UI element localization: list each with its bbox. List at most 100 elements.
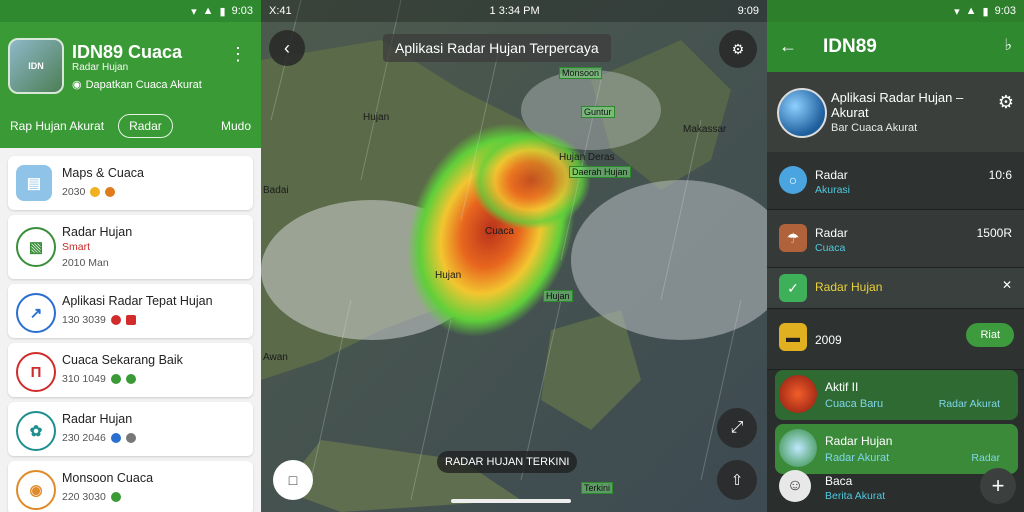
radar-map[interactable] (261, 0, 767, 512)
tab-bar: Rap Hujan Akurat Radar Mudo (0, 104, 261, 148)
layers-button[interactable]: □ (273, 460, 313, 500)
action-button[interactable]: Riat (966, 323, 1014, 347)
list-item[interactable]: ◉ Monsoon Cuaca 220 3030 (8, 461, 253, 512)
location-icon: ◉ (72, 79, 82, 91)
map-label: Makassar (683, 124, 727, 135)
menu-row[interactable]: ▬ 2009 Riat (767, 309, 1024, 370)
app-logo: IDN (8, 38, 64, 94)
home-indicator (451, 499, 571, 503)
list-item-sub: 230 2046 (62, 432, 106, 444)
sun-icon (105, 187, 116, 197)
feature-card[interactable]: Aktif II Cuaca Baru Radar Akurat (775, 370, 1018, 420)
signal-icon: ▲ (965, 5, 977, 17)
list-item-title: Monsoon Cuaca (62, 471, 154, 485)
back-button[interactable]: ‹ (269, 30, 305, 66)
row-sub: Berita Akurat (825, 490, 886, 502)
trend-icon: ↗ (16, 293, 56, 333)
add-button[interactable]: + (980, 468, 1016, 504)
list-item-sub: 310 1049 (62, 373, 106, 385)
globe-icon (777, 88, 827, 138)
status-time: 9:03 (231, 5, 253, 17)
tab-left[interactable]: Rap Hujan Akurat (10, 119, 104, 133)
tagline-text: Dapatkan Cuaca Akurat (85, 78, 202, 91)
list-item-sub2: 2010 Man (62, 257, 109, 269)
map-label: Hujan (363, 112, 390, 123)
pin-icon: П (16, 352, 56, 392)
menu-row[interactable]: ○ Radar Akurasi 10:6 (767, 152, 1024, 210)
status-time: X:41 (269, 5, 292, 17)
card-sub: Radar Akurat (825, 452, 890, 464)
status-bar: ▾ ▲ ▮ 9:03 (0, 0, 261, 22)
card-right: Radar Akurat (938, 398, 1000, 410)
row-title: Radar (815, 226, 848, 240)
list-item-sub: 2030 (62, 186, 86, 198)
bar-chart-icon: ▧ (16, 227, 56, 267)
list-item-meta: 130 3039 (62, 314, 136, 326)
row-title: Radar Hujan (815, 280, 883, 294)
back-arrow-icon[interactable]: ← (779, 36, 797, 57)
list-item[interactable]: ↗ Aplikasi Radar Tepat Hujan 130 3039 (8, 284, 253, 338)
list-item-meta: 230 2046 (62, 432, 136, 444)
radar-status-pill: RADAR HUJAN TERKINI (437, 451, 578, 473)
map-title: Aplikasi Radar Hujan Terpercaya (383, 34, 611, 62)
app-menu-panel: ▾ ▲ ▮ 9:03 ← IDN89 ♭ Aplikasi Radar Huja… (767, 0, 1024, 512)
list-item-title: Cuaca Sekarang Baik (62, 353, 183, 367)
notification-bell-icon[interactable]: ♭ (1004, 35, 1012, 55)
battery-icon: ▮ (219, 5, 226, 18)
list-item-sub: 130 3039 (62, 314, 106, 326)
search-icon: ○ (779, 166, 807, 194)
fullscreen-icon[interactable]: ⤢ (717, 408, 757, 448)
rain-radar-overlay (471, 130, 591, 230)
more-options-icon[interactable]: ⋮ (229, 44, 247, 65)
card-right: Radar (971, 452, 1000, 464)
wifi-icon: ▾ (954, 5, 960, 18)
app-list: ▤ Maps & Cuaca 2030 ▧ Radar Hujan Smart … (0, 148, 261, 512)
row-title: Radar (815, 168, 848, 182)
map-label: Hujan (543, 290, 573, 302)
row-sub: Cuaca (815, 242, 846, 254)
user-icon: ☺ (779, 470, 811, 502)
list-item[interactable]: ▤ Maps & Cuaca 2030 (8, 156, 253, 210)
menu-row[interactable]: ☂ Radar Cuaca 1500R (767, 210, 1024, 268)
row-value: 10:6 (988, 168, 1012, 182)
card-sub: Cuaca Baru (825, 398, 884, 410)
list-item-title: Maps & Cuaca (62, 166, 144, 180)
menu-row[interactable]: ✓ Radar Hujan ✕ (767, 268, 1024, 309)
status-bar: X:41 1 3:34 PM 9:09 (261, 0, 767, 22)
signal-icon: ▲ (202, 5, 214, 17)
storm-icon (779, 375, 817, 413)
hero-card[interactable]: Aplikasi Radar Hujan – Akurat Bar Cuaca … (767, 72, 1024, 152)
leaf-icon: ✿ (16, 411, 56, 451)
map-label: Hujan (435, 270, 462, 281)
share-icon[interactable]: ⇧ (717, 460, 757, 500)
list-item[interactable]: ▧ Radar Hujan Smart 2010 Man (8, 215, 253, 279)
info-icon (110, 433, 121, 443)
leaf-icon (110, 492, 121, 502)
list-item-sub: Smart (62, 241, 91, 253)
list-item[interactable]: ✿ Radar Hujan 230 2046 (8, 402, 253, 456)
settings-icon[interactable]: ⚙ (719, 30, 757, 68)
tab-radar[interactable]: Radar (118, 114, 173, 138)
row-title: Baca (825, 474, 853, 488)
row-sub: Akurasi (815, 184, 851, 196)
list-item-meta: 220 3030 (62, 491, 121, 503)
map-icon: ▤ (16, 165, 52, 201)
card-title: Aktif II (825, 380, 859, 394)
gear-icon[interactable]: ⚙ (998, 92, 1014, 113)
row-value: 1500R (976, 226, 1012, 240)
badge-icon (125, 315, 136, 325)
map-label: Badai (263, 185, 289, 196)
close-icon[interactable]: ✕ (1002, 278, 1012, 292)
card-title: Radar Hujan (825, 434, 893, 448)
list-item[interactable]: П Cuaca Sekarang Baik 310 1049 (8, 343, 253, 397)
app-header: IDN IDN89 Cuaca Radar Hujan ◉ Dapatkan C… (0, 22, 261, 104)
list-item-sub: 220 3030 (62, 491, 106, 503)
map-label: Guntur (581, 106, 615, 118)
app-subtitle: Radar Hujan (72, 62, 129, 73)
list-item-title: Radar Hujan (62, 412, 133, 426)
tab-right[interactable]: Mudo (221, 119, 251, 133)
map-label: Hujan Deras (559, 152, 615, 163)
app-title: IDN89 Cuaca (72, 42, 183, 62)
map-label: Awan (263, 352, 288, 363)
gear-icon (125, 433, 136, 443)
